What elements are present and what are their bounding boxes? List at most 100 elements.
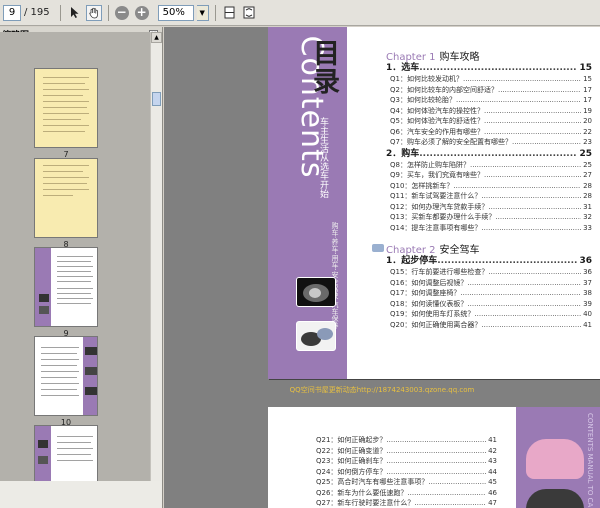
zoom-in-icon[interactable]: +	[134, 5, 149, 20]
toc-item[interactable]: Q23：如何正确刹车？.............................…	[312, 456, 497, 467]
thumbnail-page[interactable]	[34, 425, 98, 481]
toolbar: 9 / 195 − + 50% ▼	[0, 0, 600, 26]
toc-item[interactable]: Q17：如何调整座椅？.............................…	[386, 288, 592, 299]
chapter-heading: Chapter 1 购车攻略	[386, 48, 592, 63]
toc-item-text: Q22：如何正确变道？	[316, 446, 387, 455]
toc-item-text: Q12：如何办理汽车贷款手续？	[390, 202, 489, 211]
toc-item-text: Q11：新车试驾要注意什么？	[390, 192, 482, 200]
hand-icon[interactable]	[85, 4, 102, 21]
chapter-heading: Chapter 2 安全驾车	[372, 241, 592, 256]
toc-item-page: 31	[583, 202, 592, 211]
toc-item-page: 42	[488, 446, 497, 455]
toc-item-text: Q26：新车为什么要低速跑？	[316, 488, 408, 497]
section-page: 15	[579, 63, 592, 73]
toc-item-page: 40	[583, 310, 592, 318]
toc-item[interactable]: Q12：如何办理汽车贷款手续？.........................…	[386, 202, 592, 213]
scroll-up-icon[interactable]: ▲	[151, 32, 162, 43]
chapter-title: 安全驾车	[439, 245, 480, 256]
chapter-title: 购车攻略	[439, 52, 480, 63]
select-arrow-icon[interactable]	[67, 5, 83, 21]
vertical-subtitle-secondary: 购车·养车·用车·安全驾驶·汽车保养	[331, 222, 339, 329]
toc-item-page: 15	[583, 75, 592, 83]
fit-page-icon[interactable]	[241, 5, 257, 21]
toc-item-page: 41	[583, 320, 592, 329]
toc-item[interactable]: Q21：如何正确起步？.............................…	[312, 435, 497, 446]
car-photo	[526, 489, 584, 508]
toc-item[interactable]: Q14：提车注意事项有哪些？..........................…	[386, 223, 592, 234]
toc-item-page: 38	[583, 289, 592, 297]
thumbnail-list[interactable]: 7 8 9 10	[0, 32, 150, 481]
toolbar-separator	[214, 4, 216, 21]
toc-item[interactable]: Q4：如何体验汽车的操控性？..........................…	[386, 106, 592, 117]
document-viewport[interactable]: Contents 目录 车主生活从选车开始 购车·养车·用车·安全驾驶·汽车保养…	[164, 27, 600, 508]
zoom-out-icon[interactable]: −	[114, 5, 129, 20]
page-total: / 195	[24, 7, 50, 18]
toc-item-page: 33	[583, 223, 592, 232]
toc-item[interactable]: Q19：如何使用车灯系统？...........................…	[386, 309, 592, 320]
toc-item-text: Q10：怎样挑新车？	[390, 181, 454, 190]
thumbnail-scrollbar[interactable]: ▲	[150, 32, 162, 481]
chapter-label: Chapter 1	[386, 52, 436, 63]
toc-item[interactable]: Q22：如何正确变道？.............................…	[312, 446, 497, 457]
footer-link[interactable]: QQ空间书屋更新动态http://1874243003.qzone.qq.com	[164, 385, 600, 395]
toc-item[interactable]: Q20：如何正确使用离合器？..........................…	[386, 320, 592, 331]
toc-item-text: Q19：如何使用车灯系统？	[390, 310, 475, 318]
toc-item[interactable]: Q7：购车必须了解的安全配置有哪些？......................…	[386, 137, 592, 148]
toc-item[interactable]: Q6：汽车安全的作用有哪些？..........................…	[386, 127, 592, 138]
mulu-title: 目录	[313, 39, 340, 98]
thumbnail-page[interactable]	[34, 158, 98, 238]
toc-item-page: 28	[583, 192, 592, 200]
toc-item[interactable]: Q5：如何体验汽车的舒适性？..........................…	[386, 116, 592, 127]
single-page-icon[interactable]	[222, 5, 238, 21]
pink-car-photo	[526, 439, 584, 479]
scrollbar-thumb[interactable]	[152, 92, 161, 106]
toc-item[interactable]: Q15：行车前要进行哪些检查？.........................…	[386, 267, 592, 278]
document-page: Contents 目录 车主生活从选车开始 购车·养车·用车·安全驾驶·汽车保养…	[268, 27, 600, 379]
table-of-contents: Chapter 1 购车攻略 1．选车 ....................…	[372, 48, 592, 331]
toc-item[interactable]: Q16：如何调整后视镜？............................…	[386, 278, 592, 289]
thumbnail-page[interactable]	[34, 336, 98, 416]
toc-item[interactable]: Q13：买新车都要办理什么手续？........................…	[386, 212, 592, 223]
toc-item[interactable]: Q24：如何倒方停车？.............................…	[312, 467, 497, 478]
toc-item[interactable]: Q2：如何比较车的内部空间舒适？........................…	[386, 85, 592, 96]
page-number-input[interactable]: 9	[3, 4, 21, 21]
zoom-level-field[interactable]: 50%	[157, 4, 194, 21]
toc-item-page: 19	[583, 106, 592, 115]
car-parts-photo	[296, 321, 336, 351]
toc-item-text: Q18：如何读懂仪表板？	[390, 299, 468, 308]
toc-item-page: 17	[583, 85, 592, 94]
chapter-label: Chapter 2	[386, 245, 436, 256]
toc-item-text: Q25：高合时汽车有哪些注意事项？	[316, 478, 429, 486]
toc-item[interactable]: Q9：买车，我们究竟有啥些？..........................…	[386, 170, 592, 181]
section-entry[interactable]: 2．购车 ...................................…	[386, 148, 592, 160]
toc-item[interactable]: Q26：新车为什么要低速跑？..........................…	[312, 488, 497, 499]
toc-item-text: Q4：如何体验汽车的操控性？	[390, 106, 484, 115]
section-title: 1．选车	[386, 63, 420, 73]
section-title: 1．起步停车	[386, 256, 438, 266]
document-page: Q21：如何正确起步？.............................…	[268, 407, 600, 508]
toc-item[interactable]: Q18：如何读懂仪表板？............................…	[386, 299, 592, 310]
toc-item[interactable]: Q1：如何比较发动机？.............................…	[386, 74, 592, 85]
toc-item-text: Q16：如何调整后视镜？	[390, 278, 468, 287]
toc-item-text: Q3：如何比较轮胎？	[390, 96, 456, 104]
toc-item[interactable]: Q8：怎样防止购车陷阱？............................…	[386, 160, 592, 171]
toc-item[interactable]: Q10：怎样挑新车？..............................…	[386, 181, 592, 192]
thumbnail-page[interactable]	[34, 68, 98, 148]
section-entry[interactable]: 1．选车 ...................................…	[386, 62, 592, 74]
zoom-dropdown-button[interactable]: ▼	[196, 4, 209, 21]
toc-item-text: Q14：提车注意事项有哪些？	[390, 223, 482, 232]
toc-item[interactable]: Q3：如何比较轮胎？..............................…	[386, 95, 592, 106]
toc-item-text: Q2：如何比较车的内部空间舒适？	[390, 85, 498, 94]
toc-item-page: 22	[583, 127, 592, 136]
toc-item[interactable]: Q27：新车行驶时要注意什么？.........................…	[312, 498, 497, 508]
toc-item[interactable]: Q11：新车试驾要注意什么？..........................…	[386, 191, 592, 202]
section-entry[interactable]: 1．起步停车 .................................…	[386, 255, 592, 267]
toc-item-text: Q17：如何调整座椅？	[390, 289, 461, 297]
thumbnail-page-current[interactable]	[34, 247, 98, 327]
toc-item-page: 46	[488, 488, 497, 497]
toc-item[interactable]: Q25：高合时汽车有哪些注意事项？.......................…	[312, 477, 497, 488]
toolbar-separator	[107, 4, 109, 21]
toc-item-page: 43	[488, 457, 497, 465]
toc-item-page: 32	[583, 213, 592, 221]
toc-item-page: 20	[583, 117, 592, 125]
